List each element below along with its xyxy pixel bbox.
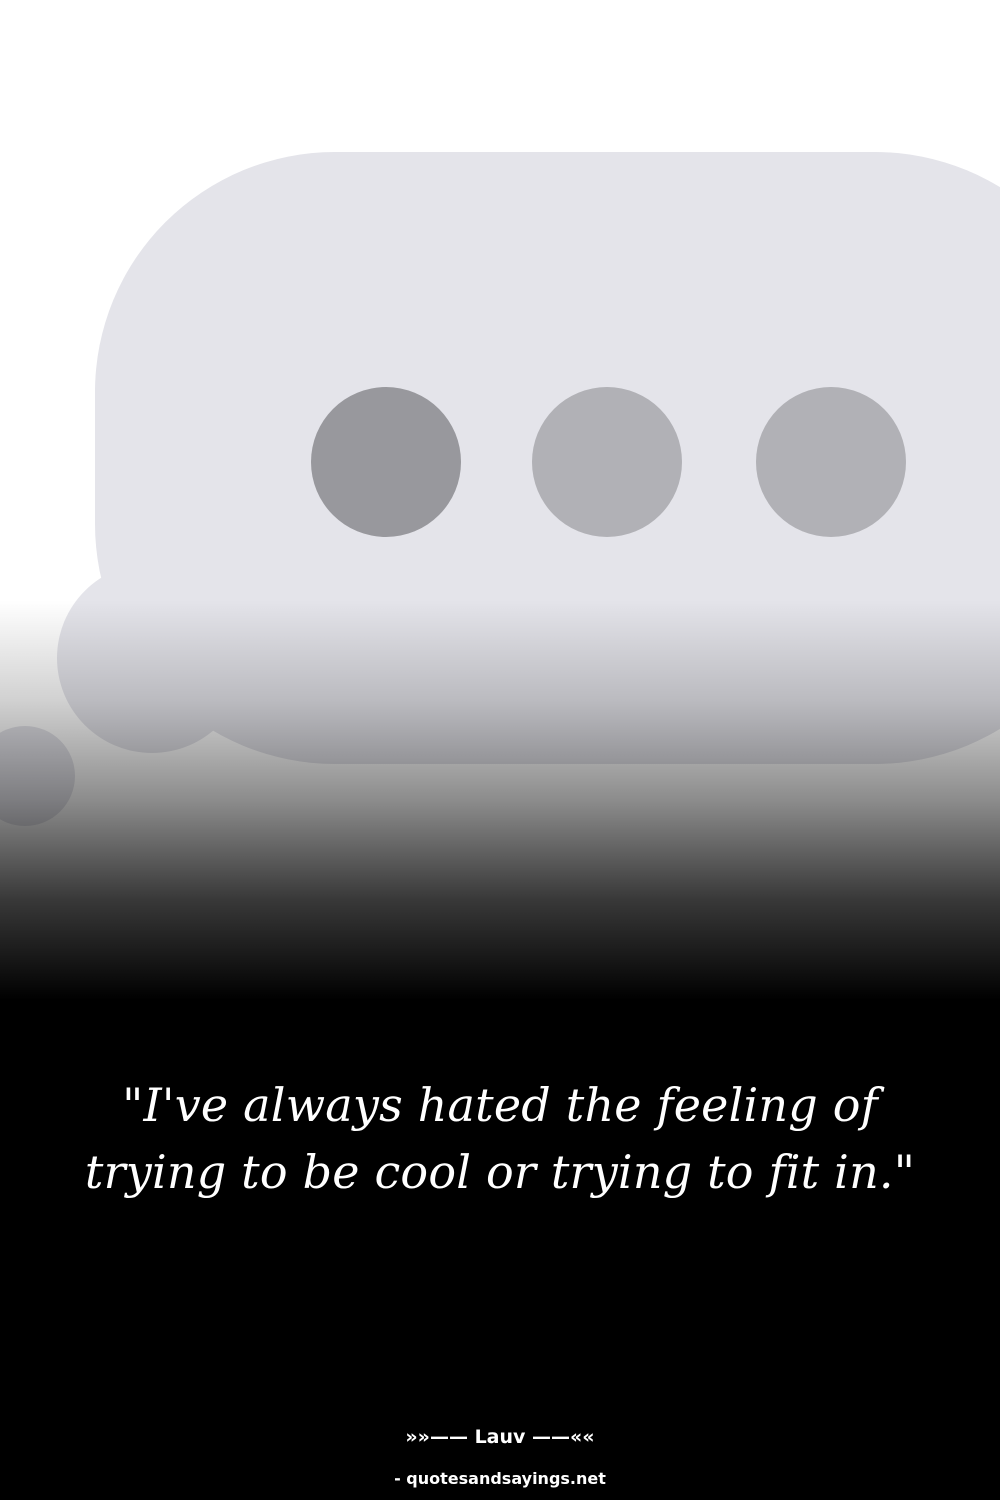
quote-card: "I've always hated the feeling of trying… bbox=[0, 0, 1000, 1500]
source-watermark: - quotesandsayings.net bbox=[394, 1469, 606, 1488]
bottom-fade-overlay bbox=[0, 600, 1000, 1000]
typing-dot-2 bbox=[532, 387, 682, 537]
quote-text: "I've always hated the feeling of trying… bbox=[84, 1078, 916, 1199]
typing-dot-1 bbox=[311, 387, 461, 537]
hero-image bbox=[0, 0, 1000, 1000]
typing-dot-3 bbox=[756, 387, 906, 537]
author-attribution: »»—— Lauv ——«« bbox=[405, 1426, 595, 1448]
